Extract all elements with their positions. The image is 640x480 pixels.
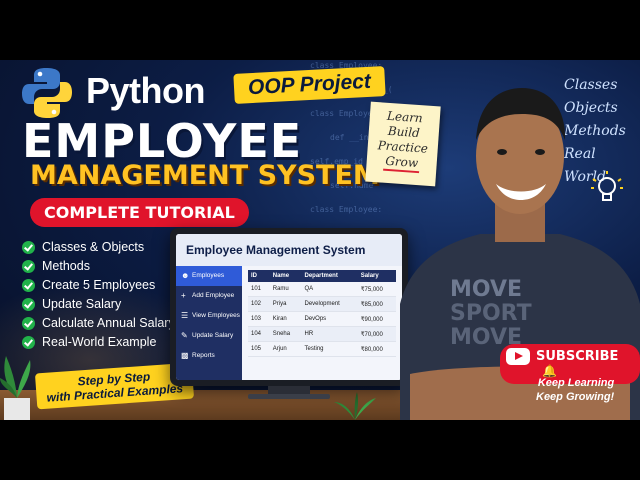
check-icon bbox=[22, 260, 35, 273]
employee-table: ID Name Department Salary 101 Ramu QA ₹75,0… bbox=[248, 270, 396, 357]
cell: Development bbox=[301, 296, 358, 312]
feature-checklist: Classes & Objects Methods Create 5 Emplo… bbox=[22, 238, 175, 352]
column-header: Salary bbox=[357, 270, 396, 282]
cell: Testing bbox=[301, 341, 358, 357]
table-row[interactable]: 101 Ramu QA ₹75,000 bbox=[248, 282, 396, 297]
checklist-item: Methods bbox=[22, 257, 175, 276]
app-screen: Employee Management System ☻ Employees + A… bbox=[176, 234, 402, 380]
cell: 105 bbox=[248, 341, 270, 357]
check-icon bbox=[22, 336, 35, 349]
checklist-item: Real-World Example bbox=[22, 333, 175, 352]
sidebar-item-view-employees[interactable]: ☰ View Employees bbox=[176, 306, 242, 326]
app-sidebar: ☻ Employees + Add Employee ☰ View Employees… bbox=[176, 266, 242, 380]
thumbnail-stage: class Employee:def __init__(class Employ… bbox=[0, 60, 640, 420]
checklist-label: Methods bbox=[42, 259, 90, 273]
monitor-base bbox=[248, 394, 330, 399]
employee-table-panel: ID Name Department Salary 101 Ramu QA ₹75,0… bbox=[248, 270, 396, 357]
checklist-item: Create 5 Employees bbox=[22, 276, 175, 295]
checklist-label: Create 5 Employees bbox=[42, 278, 156, 292]
sidebar-item-employees[interactable]: ☻ Employees bbox=[176, 266, 242, 286]
column-header: Name bbox=[269, 270, 302, 282]
app-title: Employee Management System bbox=[176, 234, 402, 266]
checklist-label: Calculate Annual Salary bbox=[42, 316, 175, 330]
users-icon: ☻ bbox=[181, 271, 190, 280]
check-icon bbox=[22, 279, 35, 292]
cell: 102 bbox=[248, 296, 270, 312]
cell: Kiran bbox=[269, 311, 302, 327]
cell: Ramu bbox=[269, 282, 302, 297]
plant-icon bbox=[0, 356, 31, 420]
edit-icon: ✎ bbox=[181, 331, 188, 340]
table-header-row: ID Name Department Salary bbox=[248, 270, 396, 282]
keep-line: Keep Growing! bbox=[536, 391, 615, 403]
chart-icon: ▩ bbox=[181, 351, 189, 360]
plant-icon bbox=[334, 392, 376, 420]
monitor: Employee Management System ☻ Employees + A… bbox=[170, 228, 408, 386]
sidebar-item-label: Reports bbox=[192, 352, 215, 359]
python-wordmark: Python bbox=[86, 70, 206, 111]
cell: ₹85,000 bbox=[357, 296, 396, 312]
cell: 103 bbox=[248, 311, 270, 327]
check-icon bbox=[22, 241, 35, 254]
cell: ₹90,000 bbox=[357, 311, 396, 327]
column-header: ID bbox=[248, 270, 270, 282]
cell: Priya bbox=[269, 296, 302, 312]
cell: ₹75,000 bbox=[357, 282, 396, 297]
keep-learning-text: Keep Learning Keep Growing! bbox=[536, 376, 614, 404]
sidebar-item-label: View Employees bbox=[192, 312, 240, 319]
checklist-item: Calculate Annual Salary bbox=[22, 314, 175, 333]
check-icon bbox=[22, 317, 35, 330]
table-row[interactable]: 102 Priya Development ₹85,000 bbox=[248, 296, 396, 312]
sidebar-item-label: Employees bbox=[192, 272, 225, 279]
complete-tutorial-badge: COMPLETE TUTORIAL bbox=[30, 198, 249, 227]
youtube-icon bbox=[506, 348, 530, 365]
column-header: Department bbox=[301, 270, 358, 282]
sidebar-item-add-employee[interactable]: + Add Employee bbox=[176, 286, 242, 306]
title-line-2: MANAGEMENT SYSTEM bbox=[30, 160, 380, 191]
plus-icon: + bbox=[181, 291, 186, 300]
cell: ₹70,000 bbox=[357, 326, 396, 342]
list-icon: ☰ bbox=[181, 311, 189, 320]
table-row[interactable]: 103 Kiran DevOps ₹90,000 bbox=[248, 311, 396, 327]
check-icon bbox=[22, 298, 35, 311]
cell: ₹80,000 bbox=[357, 341, 396, 357]
sidebar-item-label: Update Salary bbox=[192, 332, 234, 339]
python-logo-icon bbox=[22, 68, 72, 118]
shirt-text: MOVE bbox=[450, 277, 522, 302]
sidebar-item-update-salary[interactable]: ✎ Update Salary bbox=[176, 326, 242, 346]
checklist-label: Real-World Example bbox=[42, 335, 157, 349]
checklist-label: Classes & Objects bbox=[42, 240, 145, 254]
cell: 104 bbox=[248, 326, 270, 342]
checklist-item: Update Salary bbox=[22, 295, 175, 314]
cell: 101 bbox=[248, 282, 270, 297]
keep-line: Keep Learning bbox=[537, 377, 615, 389]
checklist-item: Classes & Objects bbox=[22, 238, 175, 257]
cell: HR bbox=[301, 326, 358, 342]
table-row[interactable]: 104 Sneha HR ₹70,000 bbox=[248, 326, 396, 342]
subscribe-label: SUBSCRIBE bbox=[536, 349, 619, 364]
cell: Arjun bbox=[269, 341, 302, 357]
cell: DevOps bbox=[301, 311, 358, 327]
cell: Sneha bbox=[269, 326, 302, 342]
table-row[interactable]: 105 Arjun Testing ₹80,000 bbox=[248, 341, 396, 357]
shirt-text: SPORT bbox=[450, 301, 532, 326]
sidebar-item-label: Add Employee bbox=[192, 292, 235, 299]
checklist-label: Update Salary bbox=[42, 297, 122, 311]
sidebar-item-reports[interactable]: ▩ Reports bbox=[176, 346, 242, 366]
cell: QA bbox=[301, 282, 358, 297]
